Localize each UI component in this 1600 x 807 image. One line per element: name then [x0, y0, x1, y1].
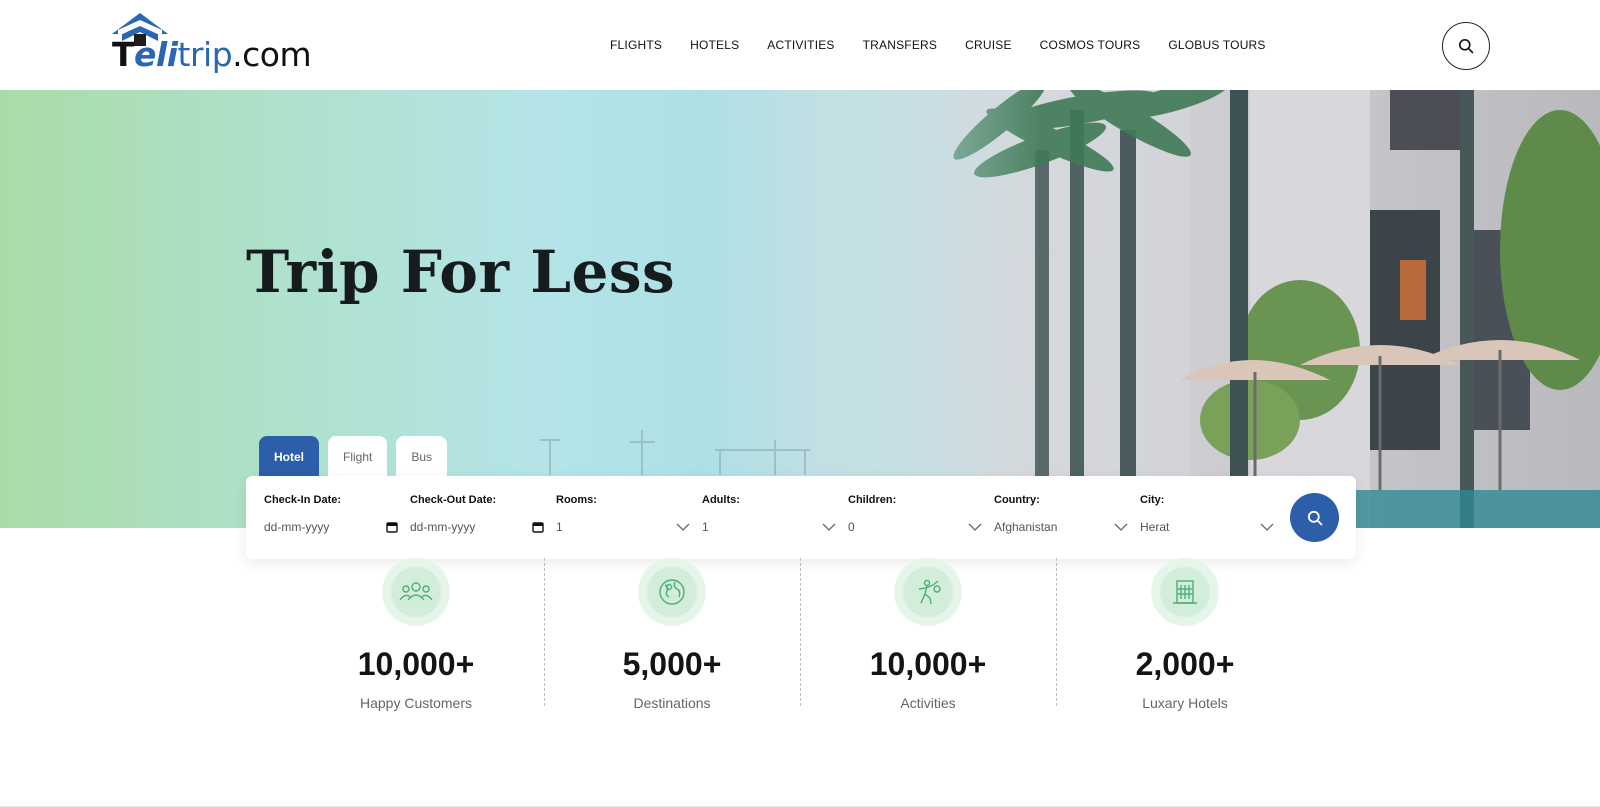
stat-icon-badge [382, 558, 450, 626]
logo-wordmark: Telitrip.com [112, 35, 312, 74]
nav-activities[interactable]: ACTIVITIES [767, 38, 834, 52]
booking-tabs: Hotel Flight Bus [259, 436, 448, 478]
people-icon [399, 582, 433, 601]
activity-icon [918, 579, 941, 605]
stat-caption: Destinations [633, 695, 711, 711]
tab-flight[interactable]: Flight [328, 436, 388, 478]
nav-cruise[interactable]: CRUISE [965, 38, 1012, 52]
hero-background-image [540, 90, 1600, 528]
calendar-icon[interactable] [386, 521, 398, 533]
tab-hotel[interactable]: Hotel [259, 436, 319, 478]
hero-banner: Trip For Less [0, 90, 1600, 528]
children-field[interactable]: Children: 0 [848, 494, 982, 534]
search-icon [1307, 510, 1322, 525]
check-in-value: dd-mm-yyyy [264, 520, 330, 534]
globe-icon [659, 579, 685, 605]
tab-bus[interactable]: Bus [396, 436, 448, 478]
check-in-field[interactable]: Check-In Date: dd-mm-yyyy [264, 494, 398, 534]
stat-caption: Luxary Hotels [1142, 695, 1228, 711]
logo-part-1: T [112, 35, 135, 74]
stat-luxury-hotels: 2,000+ Luxary Hotels [1057, 558, 1313, 711]
hero-title: Trip For Less [246, 238, 676, 306]
country-label: Country: [994, 494, 1040, 506]
stat-happy-customers: 10,000+ Happy Customers [288, 558, 544, 711]
stat-icon-badge [894, 558, 962, 626]
logo-part-2: eli [134, 35, 178, 74]
adults-label: Adults: [702, 494, 740, 506]
children-select[interactable]: 0 [848, 520, 982, 534]
hotel-search-form: Check-In Date: dd-mm-yyyy Check-Out Date… [246, 476, 1356, 559]
stat-activities: 10,000+ Activities [800, 558, 1056, 711]
chevron-down-icon [1114, 523, 1128, 531]
rooms-select[interactable]: 1 [556, 520, 690, 534]
check-out-label: Check-Out Date: [410, 494, 497, 506]
country-value: Afghanistan [994, 520, 1058, 534]
country-field[interactable]: Country: Afghanistan [994, 494, 1128, 534]
nav-transfers[interactable]: TRANSFERS [863, 38, 937, 52]
stat-caption: Happy Customers [359, 695, 473, 711]
site-header: Telitrip.com FLIGHTS HOTELS ACTIVITIES T… [0, 0, 1600, 90]
nav-globus-tours[interactable]: GLOBUS TOURS [1168, 38, 1265, 52]
children-value: 0 [848, 520, 855, 534]
check-out-value: dd-mm-yyyy [410, 520, 476, 534]
children-label: Children: [848, 494, 897, 506]
city-value: Herat [1140, 520, 1170, 534]
nav-cosmos-tours[interactable]: COSMOS TOURS [1040, 38, 1141, 52]
logo-part-4: .com [232, 35, 312, 74]
stat-icon-badge [638, 558, 706, 626]
stat-destinations: 5,000+ Destinations [544, 558, 800, 711]
calendar-icon[interactable] [532, 521, 544, 533]
hotel-icon [1173, 580, 1197, 604]
country-select[interactable]: Afghanistan [994, 520, 1128, 534]
search-submit-button[interactable] [1290, 493, 1339, 542]
city-select[interactable]: Herat [1140, 520, 1274, 534]
check-out-input[interactable]: dd-mm-yyyy [410, 520, 544, 534]
city-label: City: [1140, 494, 1165, 506]
main-nav: FLIGHTS HOTELS ACTIVITIES TRANSFERS CRUI… [610, 38, 1294, 52]
chevron-down-icon [1260, 523, 1274, 531]
stat-number: 2,000+ [1135, 646, 1235, 682]
rooms-field[interactable]: Rooms: 1 [556, 494, 690, 534]
adults-select[interactable]: 1 [702, 520, 836, 534]
stat-number: 10,000+ [357, 646, 475, 682]
search-icon [1459, 39, 1474, 54]
check-out-field[interactable]: Check-Out Date: dd-mm-yyyy [410, 494, 544, 534]
city-field[interactable]: City: Herat [1140, 494, 1274, 534]
adults-field[interactable]: Adults: 1 [702, 494, 836, 534]
rooms-label: Rooms: [556, 494, 597, 506]
rooms-value: 1 [556, 520, 563, 534]
stat-number: 5,000+ [622, 646, 722, 682]
header-search-button[interactable] [1442, 22, 1490, 70]
chevron-down-icon [968, 523, 982, 531]
site-logo[interactable]: Telitrip.com [110, 12, 312, 78]
nav-flights[interactable]: FLIGHTS [610, 38, 662, 52]
nav-hotels[interactable]: HOTELS [690, 38, 739, 52]
stat-number: 10,000+ [869, 646, 987, 682]
check-in-label: Check-In Date: [264, 494, 342, 506]
stat-icon-badge [1151, 558, 1219, 626]
stat-caption: Activities [900, 695, 956, 711]
chevron-down-icon [676, 523, 690, 531]
check-in-input[interactable]: dd-mm-yyyy [264, 520, 398, 534]
logo-part-3: trip [177, 35, 233, 74]
chevron-down-icon [822, 523, 836, 531]
adults-value: 1 [702, 520, 709, 534]
